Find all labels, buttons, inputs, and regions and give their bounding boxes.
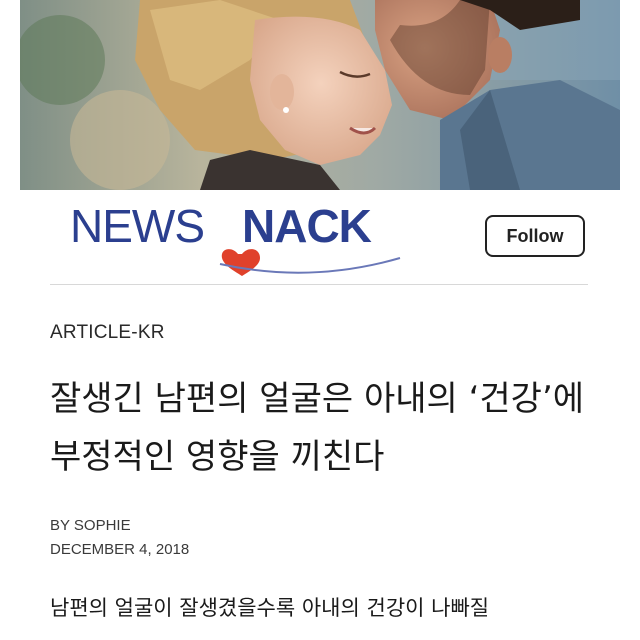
article-page: NEWS NACK Follow ARTICLE-KR 잘생긴 남편의 얼굴은 … — [0, 0, 640, 640]
publisher-header: NEWS NACK Follow — [20, 190, 620, 285]
logo-light-text: NEWS — [70, 200, 204, 252]
newsnack-logo[interactable]: NEWS NACK — [70, 198, 430, 278]
article-headline: 잘생긴 남편의 얼굴은 아내의 ‘건강’에 부정적인 영향을 끼친다 — [50, 379, 585, 477]
heart-icon — [221, 249, 260, 276]
hero-image[interactable] — [20, 0, 620, 190]
article-lead-text: 남편의 얼굴이 잘생겼을수록 아내의 건강이 나빠질 — [50, 596, 490, 620]
logo-bold-text: NACK — [242, 200, 372, 252]
author-name[interactable]: BY SOPHIE — [50, 514, 189, 538]
article-category[interactable]: ARTICLE-KR — [50, 322, 165, 344]
byline: BY SOPHIE DECEMBER 4, 2018 — [50, 514, 189, 562]
publish-date: DECEMBER 4, 2018 — [50, 541, 190, 558]
divider — [50, 284, 588, 285]
couple-photo — [20, 0, 620, 190]
follow-button[interactable]: Follow — [485, 215, 585, 257]
